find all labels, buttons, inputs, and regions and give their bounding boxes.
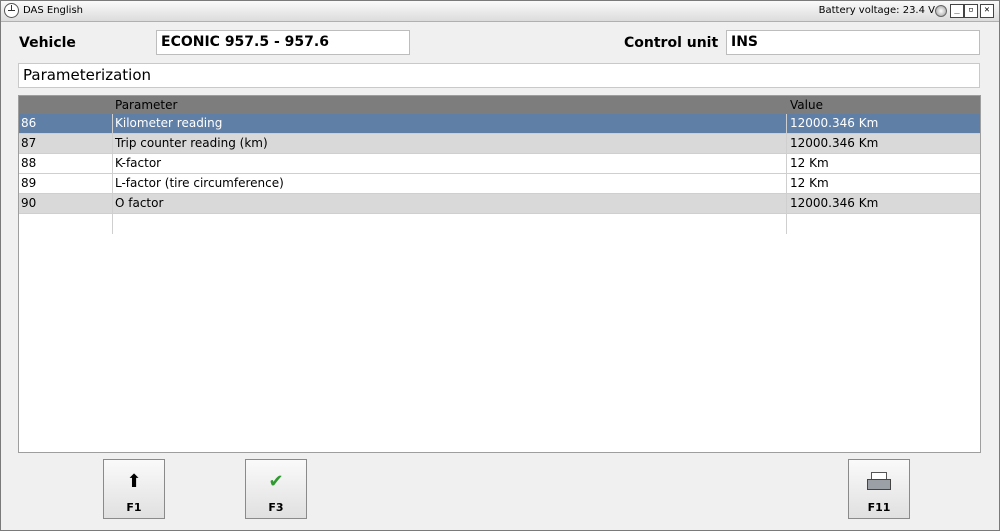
- section-title: Parameterization: [18, 63, 980, 88]
- parameter-table: Parameter Value 86 Kilometer reading 120…: [18, 95, 981, 453]
- vehicle-field: ECONIC 957.5 - 957.6: [156, 30, 410, 55]
- table-row[interactable]: 88 K-factor 12 Km: [19, 154, 980, 174]
- restore-button[interactable]: ▫: [964, 4, 978, 18]
- battery-voltage: Battery voltage: 23.4 V: [818, 5, 935, 16]
- close-button[interactable]: ✕: [980, 4, 994, 18]
- main-content: Vehicle ECONIC 957.5 - 957.6 Control uni…: [1, 22, 999, 530]
- row-parameter: L-factor (tire circumference): [115, 176, 284, 190]
- table-row[interactable]: 86 Kilometer reading 12000.346 Km: [19, 114, 980, 134]
- row-id: 86: [21, 116, 37, 130]
- f1-key-label: F1: [126, 501, 142, 514]
- row-id: 87: [21, 136, 37, 150]
- column-divider: [786, 114, 787, 234]
- title-bar: DAS English Battery voltage: 23.4 V _ ▫ …: [1, 1, 999, 22]
- row-value: 12000.346 Km: [790, 136, 879, 150]
- row-value: 12000.346 Km: [790, 116, 879, 130]
- checkmark-icon: ✔: [268, 471, 284, 492]
- row-value: 12 Km: [790, 156, 829, 170]
- table-row[interactable]: 90 O factor 12000.346 Km: [19, 194, 980, 214]
- row-parameter: O factor: [115, 196, 164, 210]
- app-logo-icon: [4, 3, 19, 18]
- row-parameter: K-factor: [115, 156, 162, 170]
- window-title: DAS English: [23, 5, 83, 16]
- row-value: 12 Km: [790, 176, 829, 190]
- row-parameter: Trip counter reading (km): [115, 136, 268, 150]
- table-header: Parameter Value: [19, 96, 980, 114]
- f11-print-button[interactable]: F11: [848, 459, 910, 519]
- f3-confirm-button[interactable]: ✔ F3: [245, 459, 307, 519]
- f3-key-label: F3: [268, 501, 284, 514]
- row-id: 88: [21, 156, 37, 170]
- printer-icon: [849, 472, 909, 495]
- minimize-button[interactable]: _: [950, 4, 964, 18]
- control-unit-label: Control unit: [624, 35, 719, 51]
- table-row[interactable]: 87 Trip counter reading (km) 12000.346 K…: [19, 134, 980, 154]
- vehicle-label: Vehicle: [19, 35, 76, 51]
- f1-back-button[interactable]: ⬆ F1: [103, 459, 165, 519]
- control-unit-field: INS: [726, 30, 980, 55]
- app-window: DAS English Battery voltage: 23.4 V _ ▫ …: [0, 0, 1000, 531]
- row-value: 12000.346 Km: [790, 196, 879, 210]
- column-divider: [112, 114, 113, 234]
- column-header-parameter: Parameter: [115, 98, 178, 112]
- arrow-up-icon: ⬆: [126, 471, 142, 492]
- f11-key-label: F11: [867, 501, 891, 514]
- row-parameter: Kilometer reading: [115, 116, 223, 130]
- row-id: 89: [21, 176, 37, 190]
- table-row[interactable]: 89 L-factor (tire circumference) 12 Km: [19, 174, 980, 194]
- column-header-value: Value: [790, 98, 823, 112]
- row-id: 90: [21, 196, 37, 210]
- battery-status-icon: [935, 5, 947, 17]
